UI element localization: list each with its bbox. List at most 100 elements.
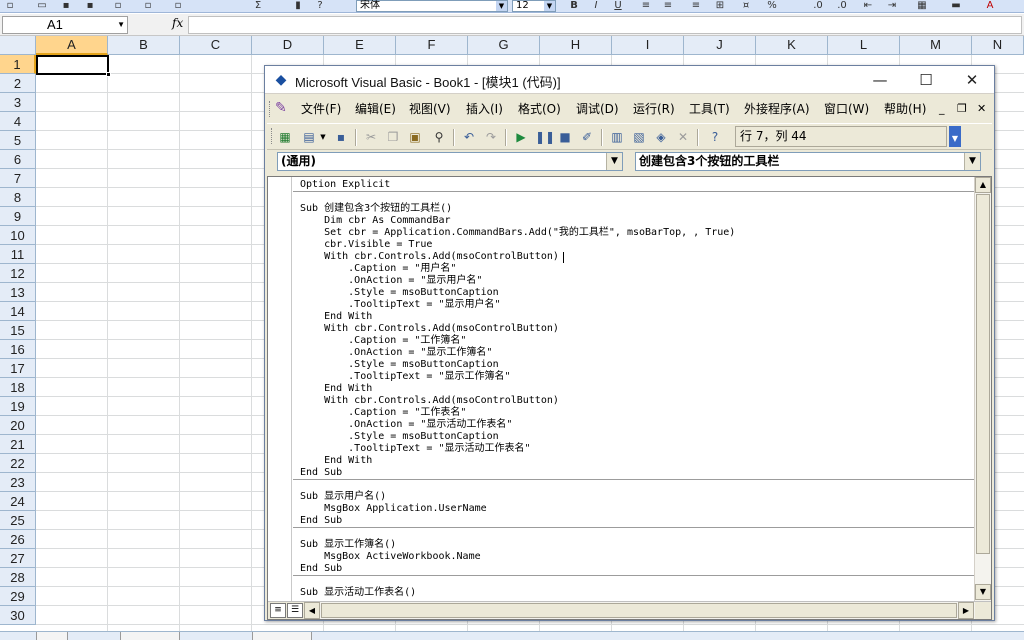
code-line[interactable]: .OnAction = "显示活动工作表名" (300, 419, 512, 431)
column-header-c[interactable]: C (180, 36, 252, 55)
column-header-k[interactable]: K (756, 36, 828, 55)
chevron-down-icon[interactable]: ▼ (315, 129, 331, 145)
scroll-up-icon[interactable]: ▲ (975, 177, 991, 193)
permission-icon[interactable]: ▪ (82, 0, 98, 12)
fill-color-icon[interactable]: ▬ (948, 0, 964, 12)
row-header-24[interactable]: 24 (0, 492, 36, 511)
decrease-decimal-icon[interactable]: .0 (834, 0, 850, 12)
code-line[interactable]: Dim cbr As CommandBar (300, 215, 450, 227)
code-line[interactable]: With cbr.Controls.Add(msoControlButton) (300, 395, 559, 407)
code-line[interactable]: .Caption = "工作表名" (300, 407, 466, 419)
row-header-25[interactable]: 25 (0, 511, 36, 530)
code-line[interactable]: .Style = msoButtonCaption (300, 287, 499, 299)
row-header-27[interactable]: 27 (0, 549, 36, 568)
code-line[interactable]: With cbr.Controls.Add(msoControlButton) (300, 323, 559, 335)
chart-wizard-icon[interactable]: ▮ (290, 0, 306, 12)
decrease-indent-icon[interactable]: ⇤ (860, 0, 876, 12)
code-line[interactable]: Sub 显示用户名() (300, 491, 386, 503)
row-header-11[interactable]: 11 (0, 245, 36, 264)
code-line[interactable]: MsgBox Application.UserName (300, 503, 487, 515)
reset-icon[interactable]: ■ (557, 129, 573, 145)
code-line[interactable]: Set cbr = Application.CommandBars.Add("我… (300, 227, 735, 239)
chevron-down-icon[interactable]: ▼ (544, 1, 555, 11)
menu-insert[interactable]: 插入(I) (466, 101, 503, 117)
name-box[interactable]: A1 ▼ (2, 16, 128, 34)
code-line[interactable]: .TooltipText = "显示用户名" (300, 299, 500, 311)
row-header-9[interactable]: 9 (0, 207, 36, 226)
select-all-corner[interactable] (0, 36, 36, 55)
code-line[interactable]: .Style = msoButtonCaption (300, 359, 499, 371)
new-icon[interactable]: ▫ (2, 0, 18, 12)
menu-tools[interactable]: 工具(T) (689, 101, 730, 117)
row-header-18[interactable]: 18 (0, 378, 36, 397)
font-size-select[interactable]: 12 ▼ (512, 0, 556, 12)
module-icon[interactable]: ✎ (275, 100, 287, 116)
align-center-icon[interactable]: ≡ (660, 0, 676, 12)
chevron-down-icon[interactable]: ▼ (964, 153, 980, 170)
fill-handle[interactable] (106, 72, 111, 77)
row-header-4[interactable]: 4 (0, 112, 36, 131)
row-header-2[interactable]: 2 (0, 74, 36, 93)
code-line[interactable]: .TooltipText = "显示活动工作表名" (300, 443, 530, 455)
menu-view[interactable]: 视图(V) (409, 101, 451, 117)
code-line[interactable]: End Sub (300, 563, 342, 575)
column-header-g[interactable]: G (468, 36, 540, 55)
mdi-close-button[interactable]: ✕ (977, 102, 986, 116)
align-right-icon[interactable]: ≡ (688, 0, 704, 12)
menu-run[interactable]: 运行(R) (633, 101, 675, 117)
code-line[interactable]: Sub 显示活动工作表名() (300, 587, 416, 599)
code-line[interactable]: Sub 创建包含3个按钮的工具栏() (300, 203, 452, 215)
code-line[interactable]: MsgBox ActiveWorkbook.Name (300, 551, 481, 563)
merge-center-icon[interactable]: ⊞ (712, 0, 728, 12)
chevron-down-icon[interactable]: ▼ (496, 1, 507, 11)
menu-window[interactable]: 窗口(W) (824, 101, 869, 117)
column-header-m[interactable]: M (900, 36, 972, 55)
minimize-button[interactable]: — (863, 69, 897, 91)
code-line[interactable]: .Style = msoButtonCaption (300, 431, 499, 443)
currency-icon[interactable]: ¤ (738, 0, 754, 12)
copy-icon[interactable]: ❐ (385, 129, 401, 145)
save-icon[interactable]: ▪ (58, 0, 74, 12)
scroll-thumb[interactable] (976, 194, 990, 554)
row-header-26[interactable]: 26 (0, 530, 36, 549)
code-line[interactable]: .TooltipText = "显示工作簿名" (300, 371, 510, 383)
procedure-combo[interactable]: 创建包含3个按钮的工具栏 ▼ (635, 152, 981, 171)
toolbar-options-icon[interactable]: ▼ (949, 126, 961, 147)
run-icon[interactable]: ▶ (513, 129, 529, 145)
help-icon[interactable]: ? (707, 129, 723, 145)
column-header-l[interactable]: L (828, 36, 900, 55)
row-header-30[interactable]: 30 (0, 606, 36, 625)
row-header-29[interactable]: 29 (0, 587, 36, 606)
save-icon[interactable]: ▪ (333, 129, 349, 145)
vbe-title-bar[interactable]: ◆ Microsoft Visual Basic - Book1 - [模块1 … (265, 66, 994, 94)
object-combo[interactable]: (通用) ▼ (277, 152, 623, 171)
code-line[interactable]: Sub 显示工作簿名() (300, 539, 396, 551)
borders-icon[interactable]: ▦ (914, 0, 930, 12)
column-header-d[interactable]: D (252, 36, 324, 55)
italic-button[interactable]: I (588, 0, 604, 12)
procedure-view-icon[interactable]: ≡ (270, 603, 286, 618)
menu-debug[interactable]: 调试(D) (576, 101, 619, 117)
open-icon[interactable]: ▭ (34, 0, 50, 12)
sheet-tab[interactable] (120, 632, 180, 640)
maximize-button[interactable]: ☐ (909, 69, 943, 91)
sheet-tab[interactable] (252, 632, 312, 640)
increase-decimal-icon[interactable]: .0 (810, 0, 826, 12)
row-header-28[interactable]: 28 (0, 568, 36, 587)
row-header-21[interactable]: 21 (0, 435, 36, 454)
scroll-left-icon[interactable]: ◀ (304, 602, 320, 619)
row-header-16[interactable]: 16 (0, 340, 36, 359)
row-header-1[interactable]: 1 (0, 55, 36, 74)
mdi-minimize-button[interactable]: _ (939, 102, 945, 116)
active-cell-a1[interactable] (36, 55, 111, 77)
insert-function-button[interactable]: fx (172, 16, 183, 30)
row-header-7[interactable]: 7 (0, 169, 36, 188)
font-name-select[interactable]: 宋体 ▼ (356, 0, 508, 12)
underline-button[interactable]: U (610, 0, 626, 12)
row-header-15[interactable]: 15 (0, 321, 36, 340)
row-header-14[interactable]: 14 (0, 302, 36, 321)
print-icon[interactable]: ▫ (140, 0, 156, 12)
code-line[interactable]: End With (300, 383, 372, 395)
code-line[interactable]: Option Explicit (300, 179, 390, 191)
find-icon[interactable]: ⚲ (431, 129, 447, 145)
